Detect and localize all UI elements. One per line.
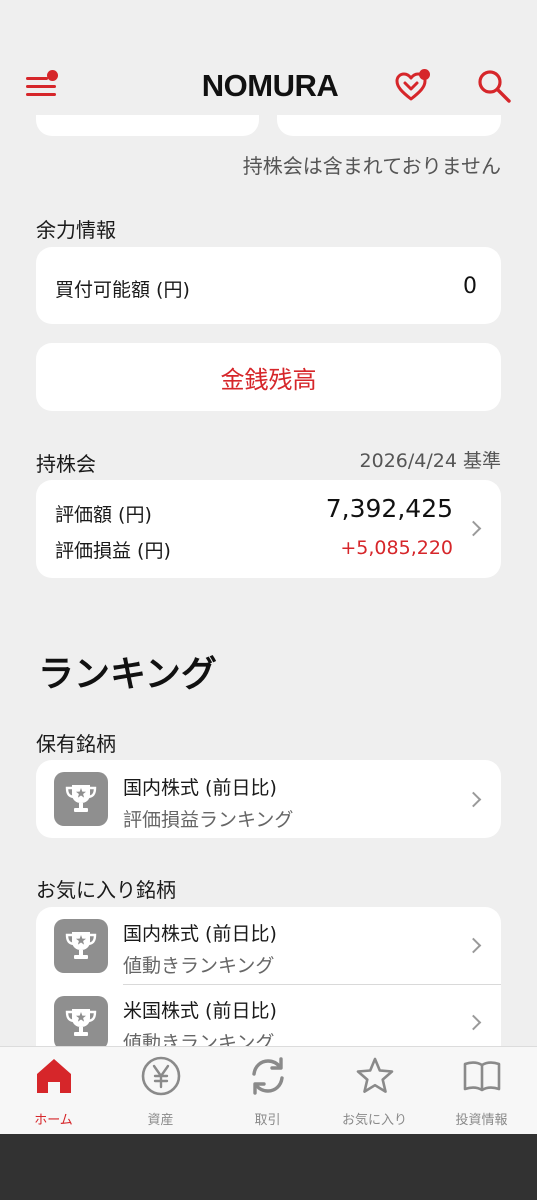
- buying-power-label: 買付可能額 (円): [55, 279, 190, 301]
- book-icon: [461, 1055, 503, 1097]
- holdings-ranking-section-title: 保有銘柄: [36, 732, 116, 756]
- esop-valuation-value: 7,392,425: [325, 494, 453, 523]
- trophy-icon: [54, 996, 108, 1046]
- favorites-ranking-us-title[interactable]: 米国株式 (前日比): [123, 996, 277, 1023]
- esop-card[interactable]: 評価額 (円) 7,392,425 評価損益 (円) +5,085,220: [36, 480, 501, 578]
- buying-power-value: 0: [463, 274, 477, 299]
- nav-favorites[interactable]: お気に入り: [321, 1047, 428, 1135]
- esop-pl-value: +5,085,220: [340, 537, 453, 559]
- favorites-ranking-section-title: お気に入り銘柄: [36, 878, 176, 902]
- main-scroll-area[interactable]: 持株会は含まれておりません 余力情報 買付可能額 (円) 0 金銭残高 持株会 …: [0, 0, 537, 1046]
- search-icon[interactable]: [476, 68, 514, 104]
- esop-valuation-label: 評価額 (円): [55, 504, 152, 526]
- favorites-ranking-jp-title[interactable]: 国内株式 (前日比): [123, 919, 277, 946]
- nav-home-label: ホーム: [34, 1113, 73, 1128]
- esop-as-of-date: 2026/4/24 基準: [359, 450, 501, 472]
- trophy-icon: [54, 772, 108, 826]
- favorites-ranking-jp-subtitle: 値動きランキング: [123, 955, 275, 977]
- nav-investment-info[interactable]: 投資情報: [428, 1047, 535, 1135]
- yen-icon: [140, 1055, 182, 1097]
- esop-excluded-note: 持株会は含まれておりません: [242, 154, 501, 178]
- buying-power-card: 買付可能額 (円) 0: [36, 247, 501, 324]
- nav-home[interactable]: ホーム: [0, 1047, 107, 1135]
- refresh-icon: [247, 1055, 289, 1097]
- holdings-ranking-subtitle: 評価損益ランキング: [123, 809, 294, 831]
- trophy-icon: [54, 919, 108, 973]
- esop-pl-label: 評価損益 (円): [55, 540, 171, 562]
- list-divider: [123, 984, 501, 985]
- heart-icon[interactable]: [394, 68, 434, 104]
- cash-balance-button[interactable]: 金銭残高: [36, 343, 501, 411]
- nomura-logo: NOMURA: [201, 68, 339, 103]
- buying-power-section-title: 余力情報: [36, 218, 116, 242]
- nav-assets[interactable]: 資産: [107, 1047, 214, 1135]
- nav-investment-info-label: 投資情報: [455, 1113, 508, 1128]
- chevron-right-icon: [465, 520, 482, 537]
- nav-favorites-label: お気に入り: [341, 1113, 407, 1128]
- esop-section-title: 持株会: [36, 452, 96, 476]
- nav-trade[interactable]: 取引: [214, 1047, 321, 1135]
- nav-assets-label: 資産: [147, 1113, 174, 1128]
- system-navigation-bar: [0, 1134, 537, 1200]
- hamburger-menu-icon[interactable]: [26, 70, 58, 100]
- notification-dot: [47, 70, 58, 81]
- star-icon: [354, 1055, 396, 1097]
- bottom-navigation: ホーム 資産 取引 お気に入り 投資情報: [0, 1046, 537, 1134]
- app-header: NOMURA: [0, 0, 537, 115]
- holdings-ranking-title: 国内株式 (前日比): [123, 777, 277, 799]
- notification-dot: [419, 69, 430, 80]
- favorites-ranking-us-subtitle: 値動きランキング: [123, 1032, 275, 1046]
- ranking-heading: ランキング: [38, 654, 217, 695]
- home-icon: [33, 1055, 75, 1097]
- nav-trade-label: 取引: [254, 1113, 281, 1128]
